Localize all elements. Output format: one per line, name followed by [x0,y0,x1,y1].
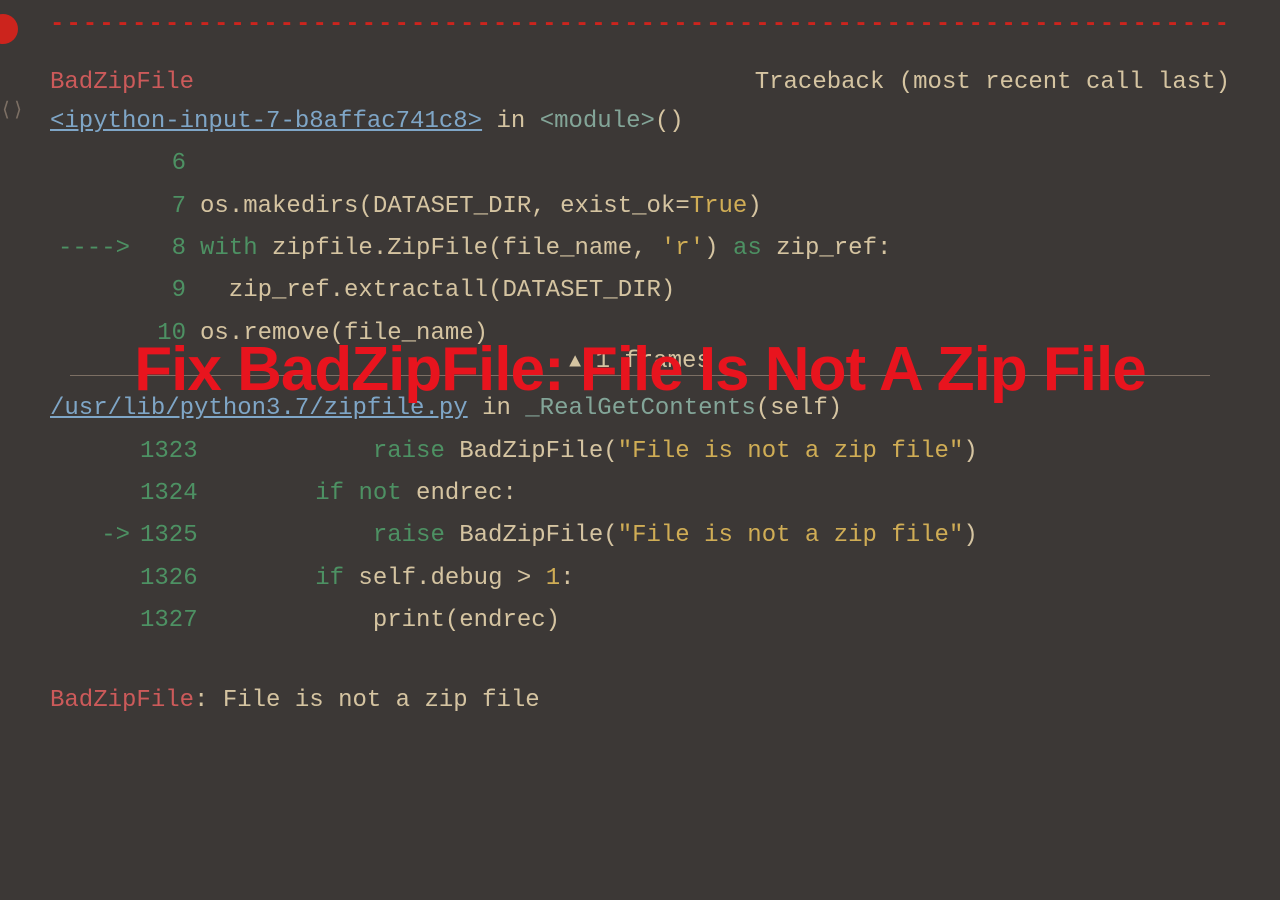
line-number: 7 [140,188,200,226]
final-colon: : [194,687,223,714]
arrow-indicator [50,433,140,471]
error-header: BadZipFile Traceback (most recent call l… [50,64,1230,102]
error-type: BadZipFile [50,64,194,102]
code-line: ---->8with zipfile.ZipFile(file_name, 'r… [50,230,1230,268]
code-line: ->1325 raise BadZipFile("File is not a z… [50,517,1230,555]
arrow-indicator [50,188,140,226]
line-number: 1323 [140,433,200,471]
line-number: 1325 [140,517,200,555]
separator-line: ----------------------------------------… [50,6,1230,44]
frame-2-code: 1323 raise BadZipFile("File is not a zip… [50,433,1230,641]
code-text: if not endrec: [200,475,517,513]
line-number: 1327 [140,602,200,640]
frame-1-module: <module> [540,108,655,135]
line-number: 1324 [140,475,200,513]
overlay-title: Fix BadZipFile: File Is Not A Zip File [0,328,1280,412]
arrow-indicator [50,272,140,310]
code-text: if self.debug > 1: [200,560,575,598]
frame-1-link[interactable]: <ipython-input-7-b8affac741c8> [50,108,482,135]
arrow-indicator [50,602,140,640]
frame-1-code: 6 7os.makedirs(DATASET_DIR, exist_ok=True… [50,145,1230,353]
code-line: 1323 raise BadZipFile("File is not a zip… [50,433,1230,471]
code-line: 1327 print(endrec) [50,602,1230,640]
traceback-label: Traceback (most recent call last) [755,64,1230,102]
line-number: 1326 [140,560,200,598]
frame-1-header: <ipython-input-7-b8affac741c8> in <modul… [50,103,1230,141]
arrow-indicator [50,560,140,598]
code-text: zip_ref.extractall(DATASET_DIR) [200,272,675,310]
code-text: raise BadZipFile("File is not a zip file… [200,517,978,555]
code-line: 9 zip_ref.extractall(DATASET_DIR) [50,272,1230,310]
code-line: 1326 if self.debug > 1: [50,560,1230,598]
arrow-indicator: ----> [50,230,140,268]
line-number: 6 [140,145,200,183]
line-number: 9 [140,272,200,310]
code-text: print(endrec) [200,602,560,640]
final-msg: File is not a zip file [223,687,540,714]
line-number: 8 [140,230,200,268]
arrow-indicator: -> [50,517,140,555]
code-text: raise BadZipFile("File is not a zip file… [200,433,978,471]
arrow-indicator [50,145,140,183]
arrow-indicator [50,475,140,513]
code-line: 7os.makedirs(DATASET_DIR, exist_ok=True) [50,188,1230,226]
code-line: 6 [50,145,1230,183]
final-error-name: BadZipFile [50,687,194,714]
code-text: with zipfile.ZipFile(file_name, 'r') as … [200,230,891,268]
chevron-icon: ⟨⟩ [0,96,24,128]
frame-1-paren: () [655,108,684,135]
code-text: os.makedirs(DATASET_DIR, exist_ok=True) [200,188,762,226]
code-line: 1324 if not endrec: [50,475,1230,513]
frame-1-in: in [482,108,540,135]
final-error: BadZipFile: File is not a zip file [50,682,1230,720]
